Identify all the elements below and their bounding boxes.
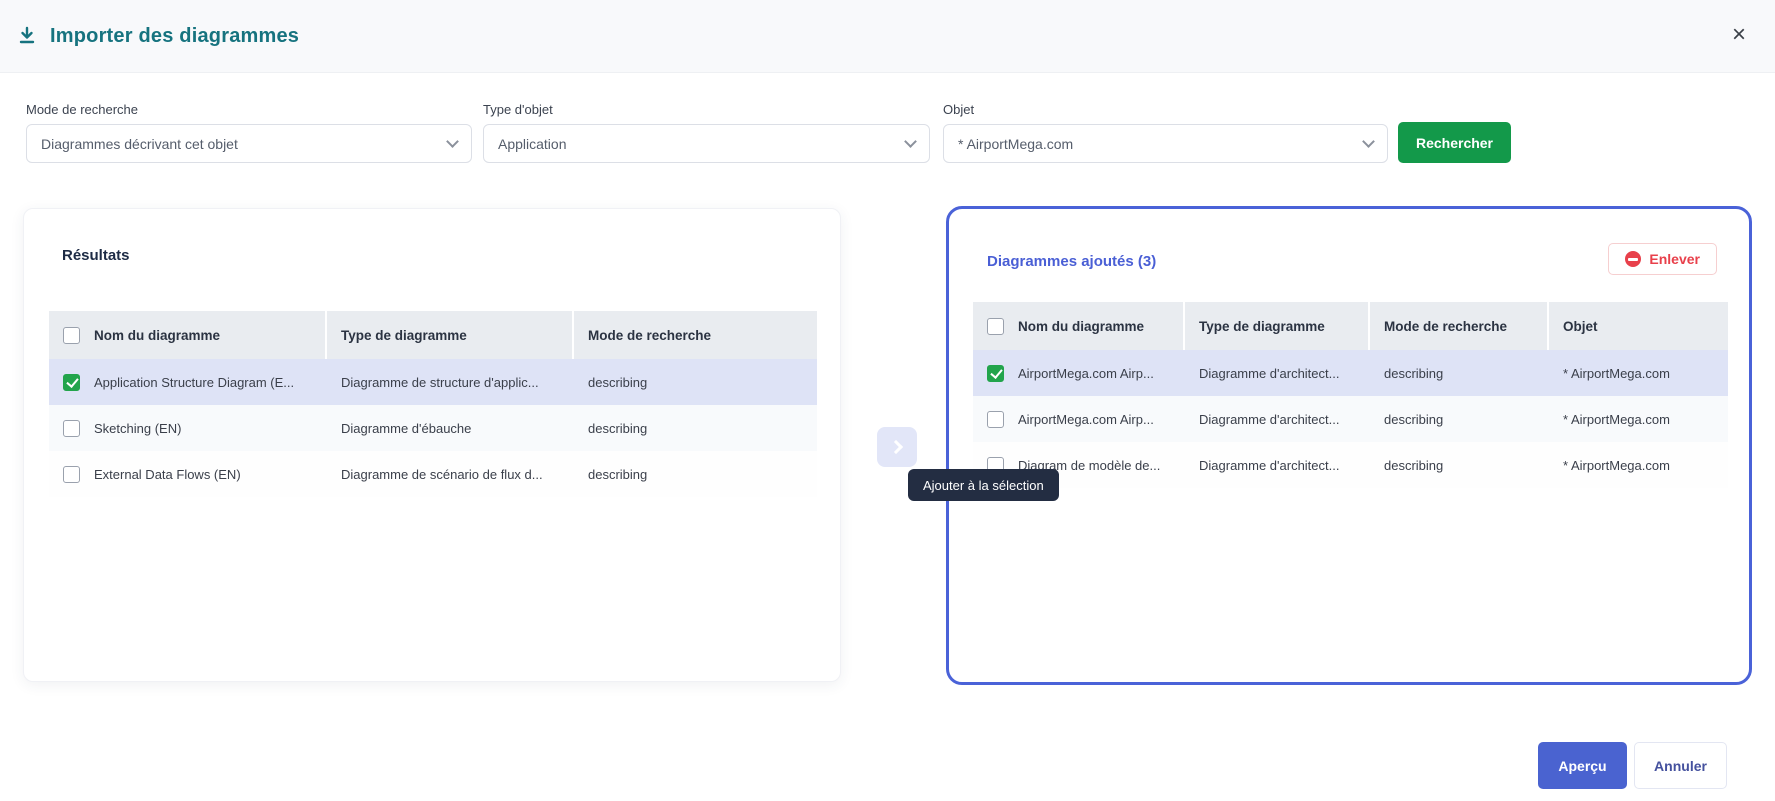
import-diagrams-dialog: Importer des diagrammes × Mode de recher…	[0, 0, 1775, 801]
diagram-name: AirportMega.com Airp...	[1018, 366, 1154, 381]
table-row[interactable]: AirportMega.com Airp... Diagramme d'arch…	[973, 350, 1728, 396]
search-mode-cell: describing	[1370, 458, 1549, 473]
table-row[interactable]: Diagram de modèle de... Diagramme d'arch…	[973, 442, 1728, 488]
added-diagrams-panel: Diagrammes ajoutés (3) Enlever Nom du di…	[946, 206, 1752, 685]
results-table-header: Nom du diagramme Type de diagramme Mode …	[49, 311, 817, 359]
object-value: * AirportMega.com	[958, 136, 1364, 152]
chevron-right-icon	[888, 440, 902, 454]
select-all-checkbox[interactable]	[63, 327, 80, 344]
column-header-mode: Mode de recherche	[574, 311, 817, 359]
diagram-name: Sketching (EN)	[94, 421, 181, 436]
row-checkbox[interactable]	[63, 374, 80, 391]
diagram-name: External Data Flows (EN)	[94, 467, 241, 482]
tooltip: Ajouter à la sélection	[908, 469, 1059, 501]
object-type-label: Type d'objet	[483, 102, 553, 117]
results-panel: Résultats Nom du diagramme Type de diagr…	[23, 208, 841, 682]
search-mode-cell: describing	[574, 467, 817, 482]
object-select[interactable]: * AirportMega.com	[943, 124, 1388, 163]
results-table: Nom du diagramme Type de diagramme Mode …	[49, 311, 817, 497]
diagram-type: Diagramme de scénario de flux d...	[327, 467, 574, 482]
search-mode-value: Diagrammes décrivant cet objet	[41, 136, 448, 152]
added-diagrams-table: Nom du diagramme Type de diagramme Mode …	[973, 302, 1728, 488]
column-header-object: Objet	[1549, 302, 1728, 350]
row-checkbox[interactable]	[63, 466, 80, 483]
close-icon[interactable]: ×	[1725, 22, 1753, 50]
table-row[interactable]: Sketching (EN) Diagramme d'ébauche descr…	[49, 405, 817, 451]
minus-circle-icon	[1625, 251, 1641, 267]
search-mode-cell: describing	[574, 375, 817, 390]
select-all-checkbox[interactable]	[987, 318, 1004, 335]
diagram-type: Diagramme d'ébauche	[327, 421, 574, 436]
search-mode-cell: describing	[1370, 366, 1549, 381]
cancel-button[interactable]: Annuler	[1634, 742, 1727, 789]
search-button[interactable]: Rechercher	[1398, 122, 1511, 163]
remove-button-label: Enlever	[1649, 251, 1700, 267]
object-type-select[interactable]: Application	[483, 124, 930, 163]
row-checkbox[interactable]	[987, 365, 1004, 382]
column-header-name: Nom du diagramme	[1018, 319, 1144, 334]
remove-button[interactable]: Enlever	[1608, 243, 1717, 275]
object-cell: * AirportMega.com	[1549, 458, 1728, 473]
object-label: Objet	[943, 102, 974, 117]
dialog-title: Importer des diagrammes	[50, 25, 299, 48]
column-header-type: Type de diagramme	[327, 311, 574, 359]
diagram-type: Diagramme d'architect...	[1185, 412, 1370, 427]
table-row[interactable]: Application Structure Diagram (E... Diag…	[49, 359, 817, 405]
diagram-type: Diagramme d'architect...	[1185, 458, 1370, 473]
diagram-name: AirportMega.com Airp...	[1018, 412, 1154, 427]
search-mode-select[interactable]: Diagrammes décrivant cet objet	[26, 124, 472, 163]
preview-button[interactable]: Aperçu	[1538, 742, 1627, 789]
search-mode-cell: describing	[1370, 412, 1549, 427]
column-header-type: Type de diagramme	[1185, 302, 1370, 350]
column-header-mode: Mode de recherche	[1370, 302, 1549, 350]
table-row[interactable]: AirportMega.com Airp... Diagramme d'arch…	[973, 396, 1728, 442]
search-mode-cell: describing	[574, 421, 817, 436]
diagram-type: Diagramme d'architect...	[1185, 366, 1370, 381]
import-download-icon	[16, 25, 38, 47]
row-checkbox[interactable]	[987, 411, 1004, 428]
added-table-header: Nom du diagramme Type de diagramme Mode …	[973, 302, 1728, 350]
diagram-name: Application Structure Diagram (E...	[94, 375, 294, 390]
diagram-type: Diagramme de structure d'applic...	[327, 375, 574, 390]
chevron-down-icon	[446, 135, 459, 148]
column-header-name: Nom du diagramme	[94, 328, 220, 343]
object-type-value: Application	[498, 136, 906, 152]
row-checkbox[interactable]	[63, 420, 80, 437]
add-to-selection-button[interactable]	[877, 427, 917, 467]
dialog-header: Importer des diagrammes ×	[0, 0, 1775, 73]
chevron-down-icon	[904, 135, 917, 148]
table-row[interactable]: External Data Flows (EN) Diagramme de sc…	[49, 451, 817, 497]
search-mode-label: Mode de recherche	[26, 102, 138, 117]
object-cell: * AirportMega.com	[1549, 412, 1728, 427]
chevron-down-icon	[1362, 135, 1375, 148]
object-cell: * AirportMega.com	[1549, 366, 1728, 381]
results-title: Résultats	[62, 247, 130, 264]
added-diagrams-title: Diagrammes ajoutés (3)	[987, 253, 1156, 270]
